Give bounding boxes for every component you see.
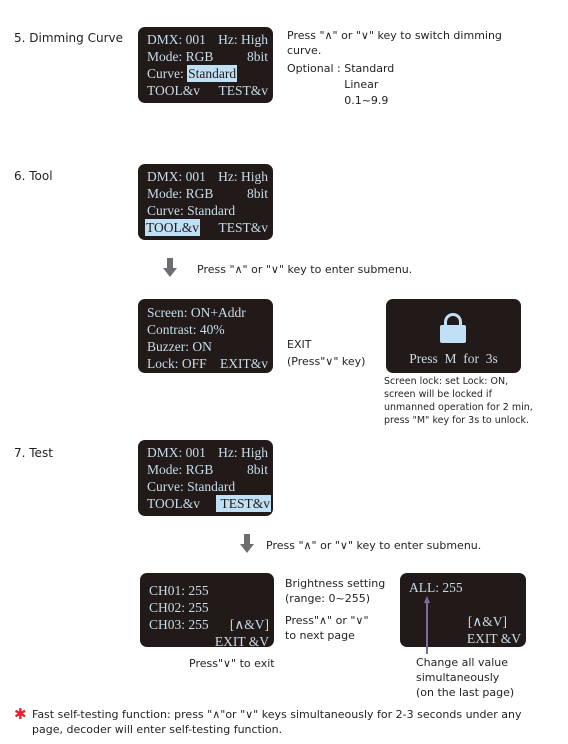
lcd-all-value: ALL: 255 <box>409 580 463 595</box>
lcd-curve-label: Curve: <box>147 66 188 81</box>
lcd-channel: CH03: 255 <box>149 617 209 632</box>
option-item: Standard <box>344 62 395 75</box>
section-title-tool: 6. Tool <box>14 169 53 183</box>
lock-note-line: screen will be locked if <box>384 389 492 400</box>
lcd-tool-submenu: Screen: ON+Addr Contrast: 40% Buzzer: ON… <box>138 299 273 373</box>
lcd-hz: Hz: High <box>218 445 268 460</box>
all-note-line: (on the last page) <box>416 686 515 699</box>
lcd-dmx: DMX: 001 <box>147 32 206 47</box>
lcd-test-main: DMX: 001 Hz: High Mode: RGB 8bit Curve: St… <box>138 440 273 516</box>
brightness-note-line: Brightness setting <box>285 577 386 590</box>
lcd-mode: Mode: RGB <box>147 186 214 201</box>
optional-list: Optional : Standard Linear 0.1~9.9 <box>287 61 557 108</box>
lcd-contrast: Contrast: 40% <box>147 322 225 337</box>
brightness-note-line: (range: 0~255) <box>285 592 370 605</box>
optional-values: Standard Linear 0.1~9.9 <box>344 61 394 108</box>
exit-note: Press"∨" to exit <box>189 657 275 670</box>
lcd-bit: 8bit <box>246 49 268 64</box>
lcd-test: TEST&v <box>218 220 269 235</box>
lcd-hz: Hz: High <box>218 32 268 47</box>
description-line: curve. <box>287 44 322 57</box>
all-note-line: simultaneously <box>416 671 500 684</box>
all-note: Change all value simultaneously (on the … <box>416 655 514 700</box>
lcd-test-highlighted: TEST&v <box>215 495 271 512</box>
all-note-line: Change all value <box>416 656 509 669</box>
asterisk-icon: ✱ <box>14 705 27 723</box>
lcd-tool: TOOL&v <box>147 83 200 98</box>
section-title-test: 7. Test <box>14 446 53 460</box>
lcd-screen: Screen: ON+Addr <box>147 305 246 320</box>
lock-note-line: Screen lock: set Lock: ON, <box>384 376 509 387</box>
lcd-channel: CH01: 255 <box>149 583 209 598</box>
lcd-dmx: DMX: 001 <box>147 169 206 184</box>
footnote-line: Fast self-testing function: press "∧"or … <box>32 708 522 721</box>
lcd-test: TEST&v <box>218 83 269 98</box>
lcd-test-channels: CH01: 255 CH02: 255 CH03: 255 [∧&V] EXIT … <box>140 573 274 649</box>
lcd-mode: Mode: RGB <box>147 462 214 477</box>
option-item: Linear <box>344 78 379 91</box>
dimming-curve-description: Press "∧" or "∨" key to switch dimming c… <box>287 28 557 108</box>
exit-label: EXIT <box>287 338 312 351</box>
lcd-curve: Curve: Standard <box>147 479 236 494</box>
lcd-tool-main: DMX: 001 Hz: High Mode: RGB 8bit Curve: St… <box>138 164 273 240</box>
lcd-up-down-hint: [∧&V] <box>229 617 269 632</box>
lock-note: Screen lock: set Lock: ON, screen will b… <box>384 375 534 427</box>
lock-instruction: Press M for 3s <box>409 351 498 366</box>
footnote-line: page, decoder will enter self-testing fu… <box>32 723 283 736</box>
lock-note-line: unmanned operation for 2 min, <box>384 402 533 413</box>
down-arrow-icon <box>163 258 177 278</box>
next-page-note-line: Press"∧" or "∨" <box>285 614 369 627</box>
lcd-up-down-hint: [∧&V] <box>467 614 507 629</box>
lcd-test-all: ALL: 255 [∧&V] EXIT &V <box>400 573 526 647</box>
section-title-dimming-curve: 5. Dimming Curve <box>14 31 123 45</box>
optional-label: Optional : <box>287 62 345 75</box>
lcd-exit: EXIT &V <box>214 634 269 649</box>
lock-note-line: press "M" key for 3s to unlock. <box>384 415 529 426</box>
lock-icon <box>440 313 466 343</box>
lcd-buzzer: Buzzer: ON <box>147 339 212 354</box>
lcd-mode: Mode: RGB <box>147 49 214 64</box>
lcd-dmx: DMX: 001 <box>147 445 206 460</box>
lcd-bit: 8bit <box>246 186 268 201</box>
tool-submenu-instruction: Press "∧" or "∨" key to enter submenu. <box>197 263 413 276</box>
lcd-exit: EXIT&v <box>220 356 268 371</box>
down-arrow-icon <box>240 534 254 554</box>
lcd-tool: TOOL&v <box>147 496 200 511</box>
option-item: 0.1~9.9 <box>344 94 389 107</box>
lcd-dimming-curve: DMX: 001 Hz: High Mode: RGB 8bit Curve: St… <box>138 27 273 103</box>
lcd-bit: 8bit <box>246 462 268 477</box>
description-line: Press "∧" or "∨" key to switch dimming <box>287 29 502 42</box>
exit-hint: (Press"∨" key) <box>287 355 366 368</box>
next-page-note-line: to next page <box>285 629 355 642</box>
lcd-curve: Curve: Standard <box>147 203 236 218</box>
lcd-channel: CH02: 255 <box>149 600 209 615</box>
footnote: Fast self-testing function: press "∧"or … <box>32 707 562 737</box>
next-page-note: Press"∧" or "∨" to next page <box>285 613 369 643</box>
test-submenu-instruction: Press "∧" or "∨" key to enter submenu. <box>266 539 482 552</box>
lcd-exit: EXIT &V <box>466 631 521 646</box>
lcd-tool-highlighted: TOOL&v <box>145 219 200 236</box>
lcd-hz: Hz: High <box>218 169 268 184</box>
lcd-screen-lock: Press M for 3s <box>386 299 521 373</box>
lcd-curve-value-highlighted: Standard <box>187 65 238 82</box>
lcd-lock: Lock: OFF <box>147 356 207 371</box>
brightness-note: Brightness setting (range: 0~255) <box>285 576 385 606</box>
pointer-arrow-line <box>426 602 428 654</box>
